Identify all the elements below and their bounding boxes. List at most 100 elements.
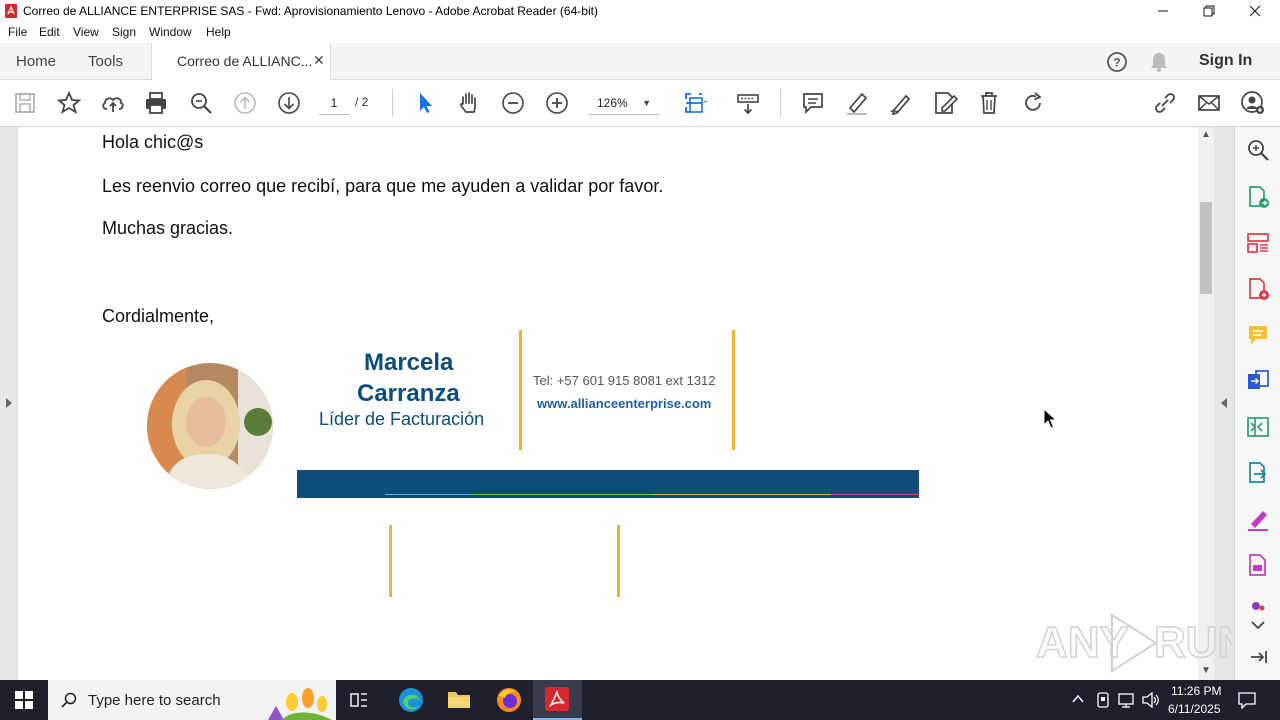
network-icon[interactable] <box>1118 692 1136 708</box>
star-icon <box>56 90 82 114</box>
rotate-button[interactable] <box>1020 90 1046 116</box>
find-button[interactable] <box>188 90 214 116</box>
minimize-button[interactable] <box>1140 0 1186 22</box>
restore-button[interactable] <box>1186 0 1232 22</box>
tab-document[interactable]: Correo de ALLIANC... ✕ <box>151 43 331 81</box>
zoom-level-select[interactable]: 126% ▼ <box>588 91 660 115</box>
minimize-icon <box>1158 10 1168 12</box>
compress-pdf-button[interactable] <box>1245 414 1271 440</box>
tab-tools[interactable]: Tools <box>88 43 123 80</box>
previous-page-button[interactable] <box>232 90 258 116</box>
email-button[interactable] <box>1196 90 1222 116</box>
svg-text:ANY: ANY <box>1036 618 1129 667</box>
signature-divider <box>389 525 392 597</box>
fit-page-icon <box>685 93 707 113</box>
select-tool-button[interactable] <box>412 90 438 116</box>
menu-file[interactable]: File <box>8 25 27 39</box>
menu-window[interactable]: Window <box>149 25 192 39</box>
menu-edit[interactable]: Edit <box>39 25 60 39</box>
arrow-up-circle-icon <box>234 92 256 114</box>
request-signature-button[interactable] <box>1245 552 1271 578</box>
clock-date[interactable]: 6/11/2025 <box>1168 702 1221 716</box>
draw-button[interactable] <box>888 90 914 116</box>
fill-sign-icon <box>1248 511 1268 531</box>
print-button[interactable] <box>143 90 169 116</box>
share-link-button[interactable] <box>1152 90 1178 116</box>
close-tab-icon[interactable]: ✕ <box>313 52 325 69</box>
cursor-arrow-icon <box>420 93 432 113</box>
minus-circle-icon <box>502 92 524 114</box>
document-sign-icon <box>1249 554 1266 576</box>
send-for-review-button[interactable] <box>1245 460 1271 486</box>
bookmark-button[interactable] <box>56 90 82 116</box>
signature-divider <box>617 525 620 597</box>
sign-in-button[interactable]: Sign In <box>1199 52 1252 70</box>
tab-home[interactable]: Home <box>16 43 56 80</box>
left-panel-toggle-icon[interactable] <box>5 397 13 409</box>
clock-time[interactable]: 11:26 PM <box>1171 684 1221 698</box>
next-page-button[interactable] <box>276 90 302 116</box>
cloud-upload-icon <box>102 97 124 112</box>
close-button[interactable] <box>1232 0 1278 22</box>
windows-start-icon[interactable] <box>15 691 33 709</box>
document-viewer[interactable]: Hola chic@s Les reenvio correo que recib… <box>0 127 1234 680</box>
search-tool-button[interactable] <box>1245 137 1271 163</box>
taskbar-acrobat-button[interactable] <box>533 680 582 720</box>
page-total: / 2 <box>355 95 369 109</box>
collapse-panel-button[interactable] <box>1245 644 1271 670</box>
right-panel-toggle-icon[interactable] <box>1220 397 1228 409</box>
comment-tool-button[interactable] <box>1245 322 1271 348</box>
scroll-mode-button[interactable] <box>735 90 761 116</box>
collapse-right-icon <box>1251 651 1267 663</box>
scrollbar-thumb[interactable] <box>1200 202 1212 294</box>
delete-button[interactable] <box>976 90 1002 116</box>
add-people-button[interactable] <box>1240 90 1266 116</box>
fit-page-button[interactable] <box>682 90 708 116</box>
link-icon <box>1155 93 1175 113</box>
task-view-icon[interactable] <box>350 691 368 709</box>
menu-help[interactable]: Help <box>206 25 231 39</box>
scroll-up-arrow-icon[interactable]: ▲ <box>1201 129 1211 140</box>
signature-phone: Tel: +57 601 915 8081 ext 1312 <box>533 373 716 388</box>
hand-tool-button[interactable] <box>456 90 482 116</box>
edge-browser-icon[interactable] <box>398 687 424 713</box>
comment-button[interactable] <box>800 90 826 116</box>
title-bar: Correo de ALLIANCE ENTERPRISE SAS - Fwd:… <box>0 0 1280 22</box>
expand-tools-button[interactable] <box>1245 613 1271 630</box>
firefox-icon[interactable] <box>496 687 522 713</box>
menu-sign[interactable]: Sign <box>112 25 136 39</box>
upload-button[interactable] <box>100 90 126 116</box>
sticky-note-icon <box>1249 326 1267 344</box>
more-tools-button[interactable] <box>1245 593 1271 613</box>
vertical-scrollbar[interactable]: ▲ ▼ <box>1198 127 1214 680</box>
zoom-out-button[interactable] <box>500 90 526 116</box>
export-pdf-button[interactable] <box>1245 184 1271 210</box>
save-button[interactable] <box>12 90 38 116</box>
create-pdf-button[interactable] <box>1245 276 1271 302</box>
menu-view[interactable]: View <box>73 25 99 39</box>
restore-icon <box>1203 5 1215 17</box>
edit-document-icon <box>935 92 959 114</box>
combine-files-button[interactable] <box>1245 368 1271 394</box>
volume-icon[interactable] <box>1142 692 1160 708</box>
zoom-in-button[interactable] <box>544 90 570 116</box>
file-explorer-icon[interactable] <box>447 688 471 710</box>
page-number-input[interactable]: 1 <box>319 91 349 115</box>
fill-sign-button[interactable] <box>1245 506 1271 532</box>
signature-divider <box>519 330 522 450</box>
organize-pages-button[interactable] <box>1245 230 1271 256</box>
signature-website[interactable]: www.allianceenterprise.com <box>537 396 711 411</box>
compress-icon <box>1247 417 1269 437</box>
trash-icon <box>981 92 997 114</box>
notification-center-icon[interactable] <box>1238 691 1256 709</box>
help-icon[interactable]: ? <box>1106 51 1128 73</box>
mouse-cursor-icon <box>1043 408 1057 429</box>
search-icon <box>61 692 77 708</box>
notification-bell-icon[interactable] <box>1149 51 1169 73</box>
device-icon[interactable] <box>1096 692 1110 708</box>
taskbar-search-box[interactable]: Type here to search <box>48 680 336 720</box>
closing-text: Cordialmente, <box>102 306 215 326</box>
edit-button[interactable] <box>932 90 959 116</box>
highlight-button[interactable] <box>844 90 870 116</box>
tray-overflow-chevron-icon[interactable] <box>1072 694 1084 704</box>
